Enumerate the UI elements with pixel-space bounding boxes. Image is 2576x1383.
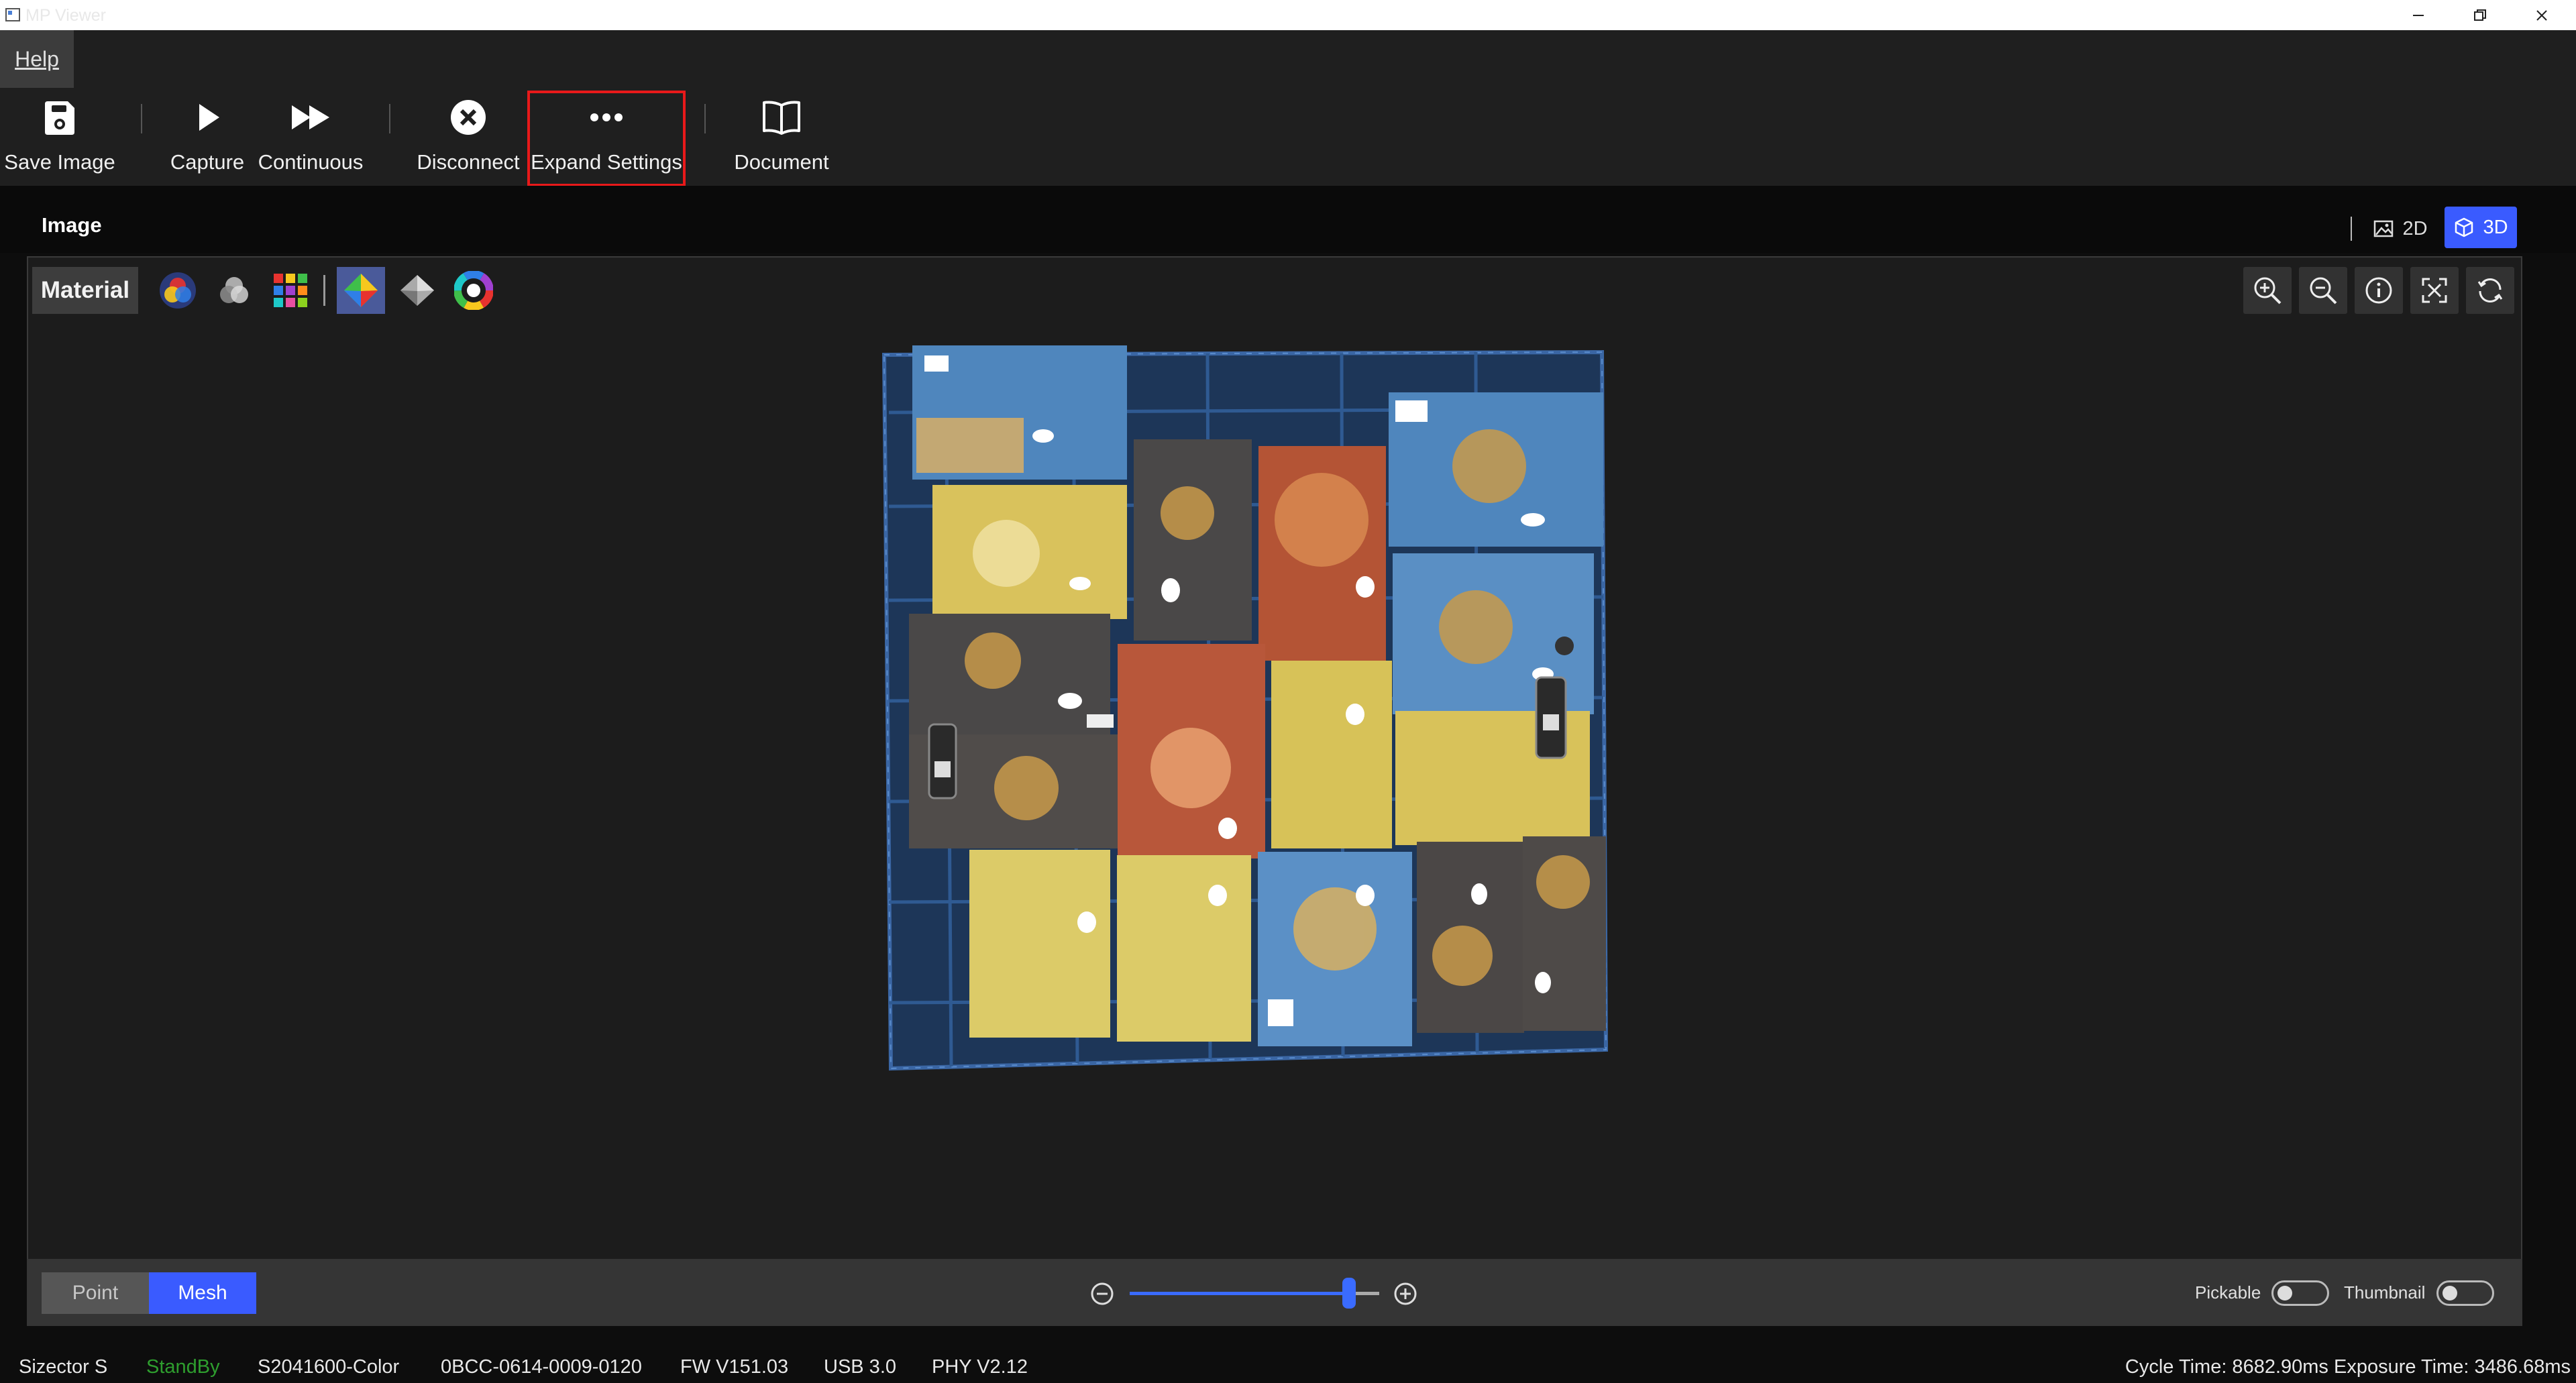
document-button[interactable]: Document xyxy=(724,94,839,181)
colored-surface-icon xyxy=(344,274,378,307)
pickable-label: Pickable xyxy=(2195,1282,2261,1303)
palette-grid-icon xyxy=(274,274,307,307)
toolbar-separator xyxy=(704,104,706,133)
menu-bar xyxy=(0,30,2576,92)
minimize-icon xyxy=(2413,14,2424,16)
continuous-button[interactable]: Continuous xyxy=(254,94,368,181)
disconnect-x-icon xyxy=(451,100,486,135)
status-phy: PHY V2.12 xyxy=(932,1356,1028,1378)
status-timing: Cycle Time: 8682.90ms Exposure Time: 348… xyxy=(2125,1356,2571,1378)
increase-size-button[interactable] xyxy=(1393,1281,1418,1307)
point-cloud-render[interactable] xyxy=(872,339,1637,1083)
decrease-size-button[interactable] xyxy=(1089,1281,1115,1307)
toolbar-separator xyxy=(389,104,390,133)
thumbnail-label: Thumbnail xyxy=(2344,1282,2426,1303)
color-wheel-icon xyxy=(454,271,493,310)
close-window-button[interactable] xyxy=(2512,0,2572,30)
zoom-out-icon xyxy=(2310,277,2337,305)
highlight-box xyxy=(527,91,686,186)
material-colored-surface-button[interactable] xyxy=(337,267,385,314)
restore-button[interactable] xyxy=(2450,0,2510,30)
view-2d-button[interactable]: 2D xyxy=(2364,208,2436,250)
view-2d-label: 2D xyxy=(2402,217,2428,239)
close-icon xyxy=(2536,9,2547,21)
status-serial: 0BCC-0614-0009-0120 xyxy=(441,1356,642,1378)
fast-forward-icon xyxy=(292,105,329,129)
image-panel-title: Image xyxy=(42,213,102,237)
thumbnail-toggle-knob xyxy=(2443,1286,2457,1301)
minimize-button[interactable] xyxy=(2388,0,2449,30)
material-rgb-button[interactable] xyxy=(154,267,202,314)
zoom-in-icon xyxy=(2254,277,2282,305)
continuous-label: Continuous xyxy=(258,150,364,174)
capture-button[interactable]: Capture xyxy=(164,94,251,181)
view-separator xyxy=(2351,217,2352,241)
reset-view-button[interactable] xyxy=(2466,267,2514,314)
title-bar xyxy=(0,0,2576,30)
cube-icon xyxy=(2455,217,2473,237)
info-icon xyxy=(2365,277,2392,304)
rgb-color-icon xyxy=(160,272,196,309)
material-color-wheel-button[interactable] xyxy=(449,267,498,314)
window-title: MP Viewer xyxy=(25,6,106,25)
status-usb: USB 3.0 xyxy=(824,1356,896,1378)
save-image-button[interactable]: Save Image xyxy=(4,94,115,181)
zoom-out-button[interactable] xyxy=(2299,267,2347,314)
status-device: Sizector S xyxy=(19,1356,108,1378)
material-gray-surface-button[interactable] xyxy=(393,267,441,314)
plus-circle-icon xyxy=(1394,1282,1417,1305)
menu-help[interactable]: Help xyxy=(0,30,74,88)
document-label: Document xyxy=(734,150,829,174)
zoom-in-button[interactable] xyxy=(2243,267,2292,314)
status-model: S2041600-Color xyxy=(258,1356,400,1378)
save-image-label: Save Image xyxy=(4,150,115,174)
size-slider-fill xyxy=(1130,1292,1349,1295)
save-icon xyxy=(45,101,74,135)
material-palette-button[interactable] xyxy=(266,267,315,314)
material-separator xyxy=(323,275,325,306)
disconnect-label: Disconnect xyxy=(417,150,520,174)
book-icon xyxy=(763,101,800,135)
gray-color-icon xyxy=(220,277,248,303)
capture-label: Capture xyxy=(170,150,245,174)
image-panel-header xyxy=(0,186,2576,253)
material-gray-button[interactable] xyxy=(210,267,258,314)
info-button[interactable] xyxy=(2355,267,2403,314)
size-slider-thumb[interactable] xyxy=(1342,1278,1356,1309)
status-state: StandBy xyxy=(146,1356,220,1378)
point-mode-button[interactable]: Point xyxy=(42,1272,149,1314)
pickable-toggle-knob xyxy=(2277,1286,2292,1301)
view-3d-button[interactable]: 3D xyxy=(2445,207,2517,248)
minus-circle-icon xyxy=(1091,1282,1114,1305)
gray-surface-icon xyxy=(400,275,434,306)
view-3d-label: 3D xyxy=(2483,216,2508,238)
play-icon xyxy=(199,104,219,131)
restore-icon xyxy=(2474,9,2486,21)
toolbar-separator xyxy=(141,104,142,133)
fit-view-icon xyxy=(2422,278,2447,303)
fit-view-button[interactable] xyxy=(2410,267,2459,314)
material-label: Material xyxy=(32,267,138,314)
reset-view-icon xyxy=(2477,278,2503,303)
app-icon xyxy=(5,7,20,22)
disconnect-button[interactable]: Disconnect xyxy=(415,94,522,181)
mesh-mode-button[interactable]: Mesh xyxy=(149,1272,256,1314)
status-firmware: FW V151.03 xyxy=(680,1356,789,1378)
image-icon xyxy=(2374,220,2394,237)
toolbar xyxy=(0,92,2576,186)
